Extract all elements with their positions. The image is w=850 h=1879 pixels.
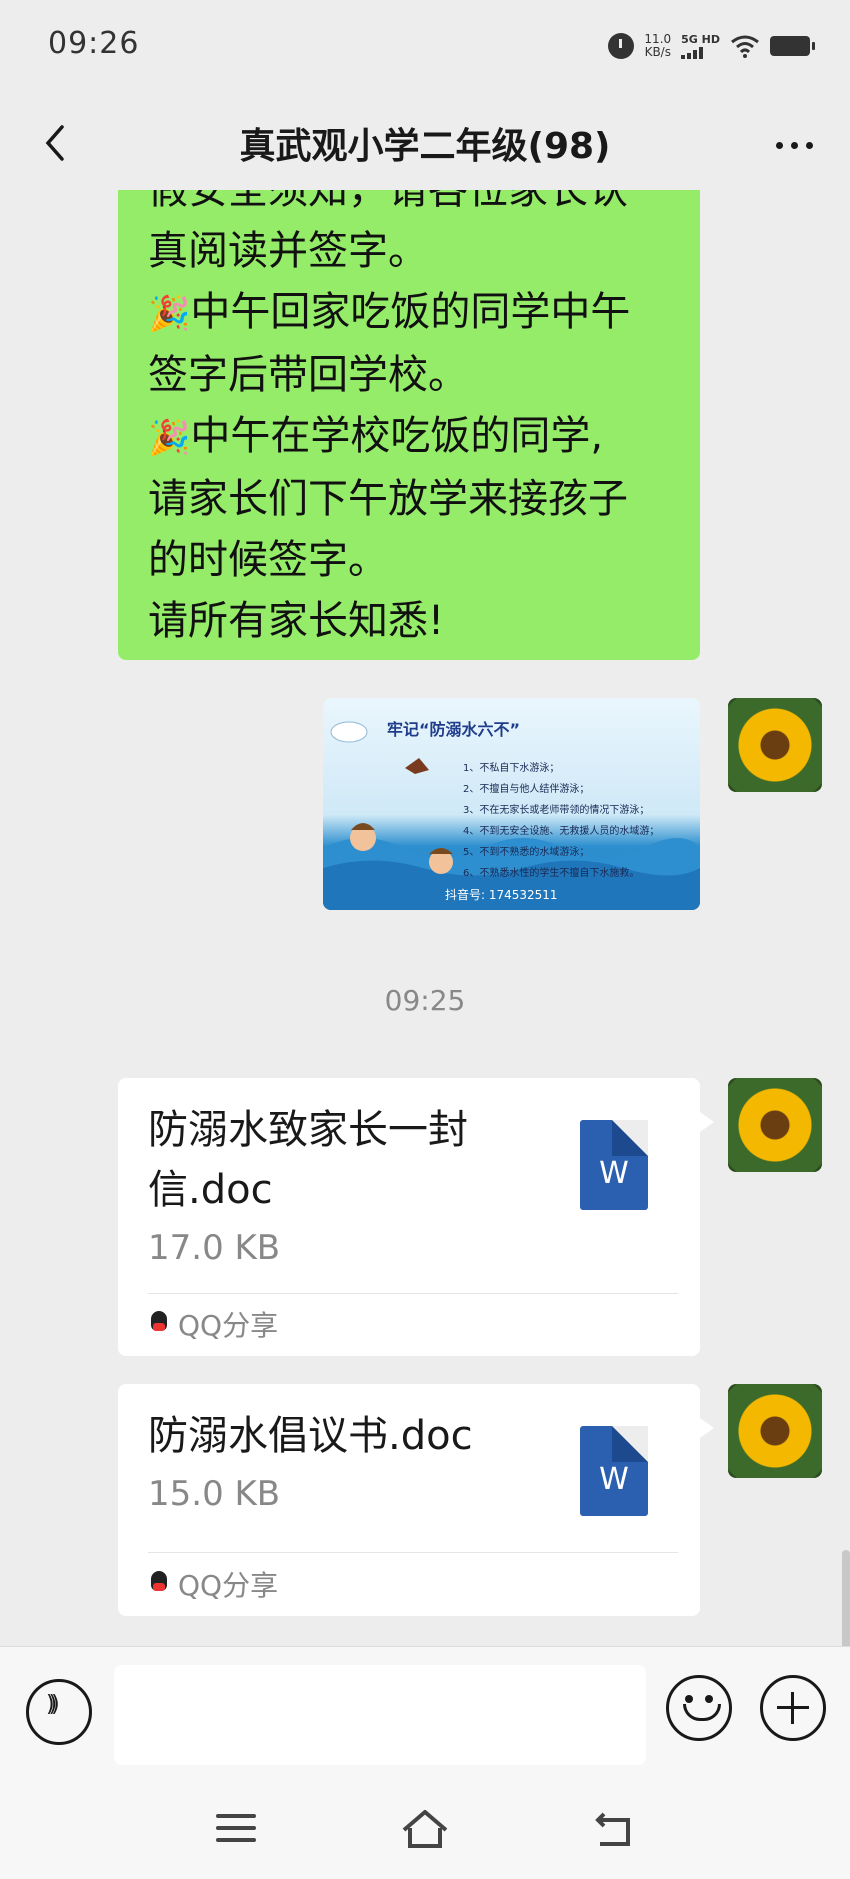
file-source: QQ分享 xyxy=(148,1564,278,1604)
poster-title: 牢记“防溺水六不” xyxy=(387,720,521,739)
qq-icon xyxy=(148,1311,170,1337)
avatar[interactable] xyxy=(728,1384,822,1478)
message-line-text: 假安全须知，请各位家长认 xyxy=(148,190,628,213)
system-nav-bar xyxy=(0,1786,850,1879)
message-line-text: 中午在学校吃饭的同学, xyxy=(190,413,604,459)
message-line: 请家长们下午放学来接孩子 xyxy=(148,469,670,530)
message-line: 真阅读并签字。 xyxy=(148,221,670,282)
avatar[interactable] xyxy=(728,698,822,792)
message-input[interactable] xyxy=(114,1665,646,1765)
poster-rule: 2、不擅自与他人结伴游泳； xyxy=(463,784,590,795)
menu-icon[interactable] xyxy=(216,1814,256,1846)
poster-rule: 3、不在无家长或老师带领的情况下游泳； xyxy=(463,805,650,816)
voice-icon[interactable] xyxy=(26,1679,92,1745)
message-line-text: 的时候签字。 xyxy=(148,537,388,583)
poster-footer: 抖音号: 174532511 xyxy=(445,888,558,902)
file-name: 防溺水倡议书.doc xyxy=(148,1413,473,1459)
poster-rule: 5、不到不熟悉的水域游泳； xyxy=(463,847,590,858)
sent-file-message[interactable]: 防溺水致家长一封信.doc 17.0 KB W QQ分享 xyxy=(118,1078,714,1356)
emoji-icon[interactable] xyxy=(666,1675,732,1741)
sent-image-message[interactable]: 牢记“防溺水六不” 1、不私自下水游泳； 2、不擅自与他人结伴游泳； 3、不在无… xyxy=(323,698,700,910)
word-doc-icon: W xyxy=(580,1426,648,1516)
wifi-icon xyxy=(731,35,759,58)
poster-rule: 6、不熟悉水性的学生不擅自下水施救。 xyxy=(463,868,640,879)
party-popper-icon: 🎉 xyxy=(148,294,191,334)
signal-icon: 5G HD xyxy=(681,32,720,59)
sent-file-message[interactable]: 防溺水倡议书.doc 15.0 KB W QQ分享 xyxy=(118,1384,714,1616)
chat-title: 真武观小学二年级(98) xyxy=(239,126,611,167)
poster-rules: 1、不私自下水游泳； 2、不擅自与他人结伴游泳； 3、不在无家长或老师带领的情况… xyxy=(463,758,659,884)
chat-header: 真武观小学二年级(98) xyxy=(0,95,850,190)
more-dots-icon[interactable] xyxy=(766,117,822,173)
back-icon[interactable] xyxy=(592,1812,634,1848)
poster-rule: 4、不到无安全设施、无救援人员的水域游； xyxy=(463,826,660,837)
qq-icon xyxy=(148,1571,170,1597)
speed-unit: KB/s xyxy=(644,45,671,59)
message-line-text: 中午回家吃饭的同学中午 xyxy=(190,289,631,335)
file-source-label: QQ分享 xyxy=(178,1569,279,1602)
message-line: 假安全须知，请各位家长认 xyxy=(148,190,670,221)
file-source: QQ分享 xyxy=(148,1304,278,1344)
alarm-icon xyxy=(608,33,635,59)
file-size: 15.0 KB xyxy=(148,1474,281,1514)
file-size: 17.0 KB xyxy=(148,1228,281,1268)
message-line-text: 请所有家长知悉! xyxy=(148,598,445,644)
plus-icon[interactable] xyxy=(760,1675,826,1741)
message-timestamp: 09:25 xyxy=(384,984,466,1017)
input-bar xyxy=(0,1646,850,1787)
message-list[interactable]: 假安全须知，请各位家长认 真阅读并签字。 🎉中午回家吃饭的同学中午 签字后带回学校。 🎉… xyxy=(0,190,850,1646)
home-icon[interactable] xyxy=(400,1808,450,1852)
status-bar: 09:26 11.0 KB/s 5G HD xyxy=(0,0,850,95)
status-icons: 11.0 KB/s 5G HD xyxy=(608,28,815,64)
divider xyxy=(148,1293,678,1294)
party-popper-icon: 🎉 xyxy=(148,418,191,458)
network-speed: 11.0 KB/s xyxy=(644,33,671,59)
word-doc-icon: W xyxy=(580,1120,648,1210)
message-line: 🎉中午在学校吃饭的同学, xyxy=(148,406,670,469)
status-time: 09:26 xyxy=(48,26,140,61)
file-name: 防溺水致家长一封信.doc xyxy=(148,1107,468,1213)
message-line: 请所有家长知悉! xyxy=(148,591,670,652)
scrollbar[interactable] xyxy=(842,1550,850,1646)
divider xyxy=(148,1552,678,1553)
network-type: 5G HD xyxy=(681,32,720,46)
message-line-text: 请家长们下午放学来接孩子 xyxy=(148,476,628,522)
avatar[interactable] xyxy=(728,1078,822,1172)
message-line-text: 签字后带回学校。 xyxy=(148,352,468,398)
message-line-text: 真阅读并签字。 xyxy=(148,228,428,274)
poster-rule: 1、不私自下水游泳； xyxy=(463,763,560,774)
message-line: 签字后带回学校。 xyxy=(148,345,670,406)
message-line: 🎉中午回家吃饭的同学中午 xyxy=(148,282,670,345)
file-source-label: QQ分享 xyxy=(178,1309,279,1342)
message-line: 的时候签字。 xyxy=(148,530,670,591)
sent-text-message[interactable]: 假安全须知，请各位家长认 真阅读并签字。 🎉中午回家吃饭的同学中午 签字后带回学校。 🎉… xyxy=(118,190,700,660)
battery-icon xyxy=(770,36,815,56)
